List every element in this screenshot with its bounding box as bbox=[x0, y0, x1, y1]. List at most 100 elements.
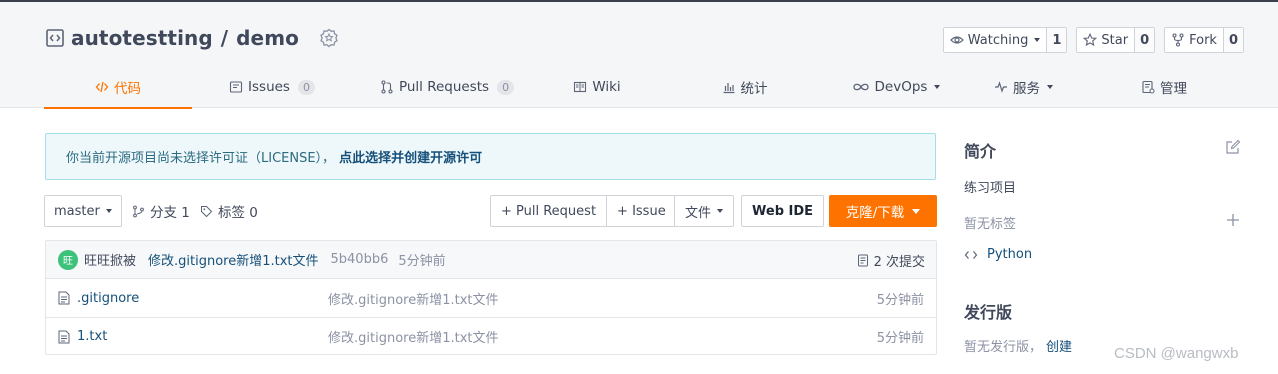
create-license-link[interactable]: 点此选择并创建开源许可 bbox=[339, 147, 482, 166]
chevron-down-icon bbox=[717, 209, 724, 213]
file-name-link[interactable]: 1.txt bbox=[77, 329, 107, 344]
fork-icon bbox=[1172, 33, 1184, 47]
recommend-badge-icon[interactable] bbox=[319, 28, 339, 48]
file-time: 5分钟前 bbox=[876, 292, 924, 308]
commit-message-link[interactable]: 修改.gitignore新增1.txt文件 bbox=[148, 250, 319, 269]
clone-download-button[interactable]: 克隆/下载 bbox=[829, 195, 937, 227]
repo-actions: Watching 1 Star 0 Fork 0 bbox=[942, 27, 1244, 53]
tab-statistics[interactable]: 统计 bbox=[652, 66, 837, 108]
fork-button[interactable]: Fork bbox=[1165, 28, 1223, 52]
license-notice-text: 你当前开源项目尚未选择许可证（LICENSE）， bbox=[66, 151, 336, 166]
no-release-text: 暂无发行版， bbox=[964, 340, 1043, 355]
file-icon bbox=[58, 330, 70, 344]
watch-label: Watching bbox=[967, 32, 1029, 48]
watch-count[interactable]: 1 bbox=[1046, 28, 1067, 52]
file-time: 5分钟前 bbox=[876, 331, 924, 346]
tab-count: 0 bbox=[297, 79, 315, 95]
file-row: 1.txt 修改.gitignore新增1.txt文件 5分钟前 bbox=[46, 317, 936, 355]
license-notice: 你当前开源项目尚未选择许可证（LICENSE）， 点此选择并创建开源许可 bbox=[45, 133, 936, 180]
language-label: Python bbox=[987, 247, 1033, 262]
repo-owner-link[interactable]: autotestting bbox=[71, 26, 213, 50]
release-info: 暂无发行版， 创建 bbox=[964, 336, 1072, 355]
tab-settings[interactable]: 管理 bbox=[1092, 66, 1236, 108]
star-button[interactable]: Star bbox=[1077, 28, 1134, 52]
watch-button-group: Watching 1 bbox=[942, 27, 1068, 53]
tab-label: 代码 bbox=[114, 81, 141, 97]
book-icon bbox=[574, 81, 587, 93]
tag-icon bbox=[201, 205, 213, 217]
no-tags-text: 暂无标签 bbox=[964, 217, 1017, 232]
branch-select[interactable]: master bbox=[44, 195, 122, 227]
branch-icon bbox=[133, 205, 144, 217]
code-icon bbox=[964, 250, 978, 259]
web-ide-button[interactable]: Web IDE bbox=[741, 195, 825, 227]
tab-label: DevOps bbox=[874, 79, 928, 95]
fork-count[interactable]: 0 bbox=[1222, 28, 1243, 52]
repo-header: autotestting / demo Watching 1 Star 0 Fo… bbox=[0, 2, 1278, 109]
release-heading: 发行版 bbox=[964, 303, 1013, 322]
create-release-link[interactable]: 创建 bbox=[1046, 340, 1072, 355]
add-tag-icon[interactable] bbox=[1226, 213, 1240, 227]
commit-author-link[interactable]: 旺旺掀被 bbox=[84, 250, 136, 269]
tab-wiki[interactable]: Wiki bbox=[542, 66, 652, 108]
new-item-buttons: + Pull Request + Issue bbox=[490, 195, 677, 227]
tab-code[interactable]: 代码 bbox=[44, 66, 192, 109]
repo-name-link[interactable]: demo bbox=[236, 26, 299, 50]
tags-count: 标签 0 bbox=[218, 205, 258, 221]
tab-label: Issues bbox=[248, 79, 290, 95]
watermark: CSDN @wangwxb bbox=[1114, 345, 1239, 362]
star-icon bbox=[1083, 33, 1098, 47]
commit-count-label: 2 次提交 bbox=[873, 254, 925, 270]
clone-download-label: 克隆/下载 bbox=[845, 205, 905, 221]
repo-toolbar: master 分支 1 标签 0 + Pull Request + Issue … bbox=[44, 195, 937, 227]
pull-request-icon bbox=[381, 80, 393, 94]
manage-icon bbox=[1142, 80, 1155, 94]
tab-label: 服务 bbox=[1013, 81, 1040, 97]
new-pull-request-button[interactable]: + Pull Request bbox=[491, 196, 606, 226]
fork-label: Fork bbox=[1189, 32, 1217, 48]
tab-label: Wiki bbox=[592, 79, 621, 95]
pulse-icon bbox=[995, 81, 1007, 93]
chevron-down-icon bbox=[1034, 38, 1041, 42]
infinity-icon bbox=[852, 83, 869, 91]
tags-link[interactable]: 标签 0 bbox=[200, 195, 258, 227]
commit-count-link[interactable]: 2 次提交 bbox=[857, 241, 925, 279]
language-link[interactable]: Python bbox=[964, 247, 1032, 262]
repo-title: autotestting / demo bbox=[45, 26, 339, 50]
repo-tabs: 代码 Issues 0 Pull Requests 0 Wiki 统计 DevO… bbox=[44, 66, 1236, 109]
star-button-group: Star 0 bbox=[1076, 27, 1156, 53]
tab-label: 管理 bbox=[1160, 81, 1187, 97]
branch-name: master bbox=[54, 203, 100, 219]
commit-time: 5分钟前 bbox=[398, 254, 446, 269]
tab-services[interactable]: 服务 bbox=[955, 66, 1092, 108]
eye-icon bbox=[949, 36, 964, 44]
issues-icon bbox=[229, 81, 243, 93]
file-list: 旺 旺旺掀被 修改.gitignore新增1.txt文件 5b40bb6 5分钟… bbox=[45, 240, 937, 355]
tab-devops[interactable]: DevOps bbox=[837, 66, 955, 108]
file-commit-message-link[interactable]: 修改.gitignore新增1.txt文件 bbox=[328, 289, 499, 308]
file-name-link[interactable]: .gitignore bbox=[77, 291, 139, 306]
star-count[interactable]: 0 bbox=[1134, 28, 1155, 52]
intro-heading: 简介 bbox=[964, 142, 997, 161]
commit-sha-link[interactable]: 5b40bb6 bbox=[331, 252, 389, 267]
avatar[interactable]: 旺 bbox=[58, 249, 78, 270]
branches-count: 分支 1 bbox=[150, 205, 190, 221]
chevron-down-icon bbox=[912, 208, 921, 214]
watch-button[interactable]: Watching bbox=[944, 28, 1047, 52]
chevron-down-icon bbox=[105, 209, 112, 213]
chevron-down-icon bbox=[1047, 85, 1053, 89]
edit-icon[interactable] bbox=[1225, 139, 1241, 155]
file-row: .gitignore 修改.gitignore新增1.txt文件 5分钟前 bbox=[46, 279, 936, 317]
branches-link[interactable]: 分支 1 bbox=[132, 195, 190, 227]
file-menu-label: 文件 bbox=[685, 205, 712, 221]
repo-description: 练习项目 bbox=[964, 181, 1017, 196]
file-icon bbox=[58, 291, 70, 305]
file-commit-message-link[interactable]: 修改.gitignore新增1.txt文件 bbox=[328, 327, 499, 346]
repo-separator: / bbox=[220, 26, 229, 50]
file-menu-button[interactable]: 文件 bbox=[674, 195, 735, 227]
new-issue-button[interactable]: + Issue bbox=[606, 196, 676, 226]
tab-pull-requests[interactable]: Pull Requests 0 bbox=[352, 66, 542, 108]
code-icon bbox=[95, 81, 109, 93]
tab-issues[interactable]: Issues 0 bbox=[192, 66, 352, 108]
bar-chart-icon bbox=[723, 83, 734, 94]
